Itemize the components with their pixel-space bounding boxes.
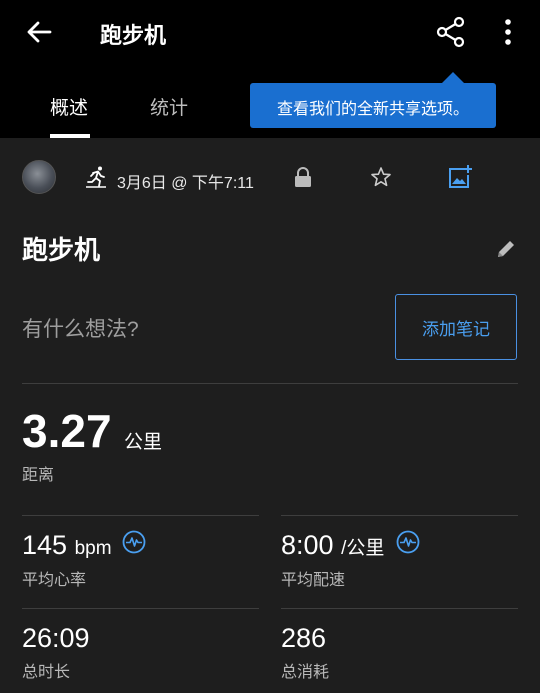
running-icon: [86, 166, 106, 188]
pencil-icon[interactable]: [495, 238, 517, 260]
pace-unit: /公里: [341, 538, 385, 559]
heart-rate-number: 145: [22, 530, 68, 560]
distance-label: 距离: [22, 467, 55, 484]
activity-name: 跑步机: [22, 235, 101, 265]
heart-rate-unit: bpm: [74, 538, 112, 559]
calories-label: 总消耗: [281, 664, 330, 681]
distance-value: 3.27: [22, 405, 112, 457]
thought-prompt[interactable]: 有什么想法?: [22, 313, 139, 343]
lock-icon[interactable]: [293, 166, 313, 188]
heart-rate-icon[interactable]: [122, 530, 146, 554]
duration-label: 总时长: [22, 664, 71, 681]
tab-stats[interactable]: 统计: [150, 93, 188, 120]
duration-value: 26:09: [22, 623, 90, 653]
back-arrow-icon[interactable]: [24, 17, 54, 47]
heart-rate-label: 平均心率: [22, 572, 87, 589]
tooltip-text: 查看我们的全新共享选项。: [276, 101, 469, 118]
share-tooltip[interactable]: 查看我们的全新共享选项。: [250, 83, 496, 128]
activity-date: 3月6日 @ 下午7:11: [117, 175, 254, 192]
avatar[interactable]: [22, 160, 56, 194]
divider: [22, 515, 259, 516]
pace-label: 平均配速: [281, 572, 346, 589]
tab-selected-indicator: [50, 134, 90, 138]
add-note-button[interactable]: 添加笔记: [395, 294, 517, 360]
star-icon[interactable]: [369, 165, 393, 189]
divider: [22, 383, 518, 384]
pace-number: 8:00: [281, 530, 334, 560]
page-title: 跑步机: [100, 23, 167, 48]
divider: [281, 608, 518, 609]
share-icon[interactable]: [435, 16, 467, 48]
heart-rate-value: 145 bpm: [22, 530, 112, 561]
add-photo-icon[interactable]: [447, 164, 473, 190]
pace-value: 8:00 /公里: [281, 530, 384, 561]
divider: [281, 515, 518, 516]
divider: [22, 608, 259, 609]
tab-overview[interactable]: 概述: [50, 93, 88, 120]
more-vert-icon[interactable]: [498, 16, 518, 48]
calories-value: 286: [281, 623, 327, 653]
pace-chart-icon[interactable]: [396, 530, 420, 554]
distance-unit: 公里: [124, 432, 163, 453]
